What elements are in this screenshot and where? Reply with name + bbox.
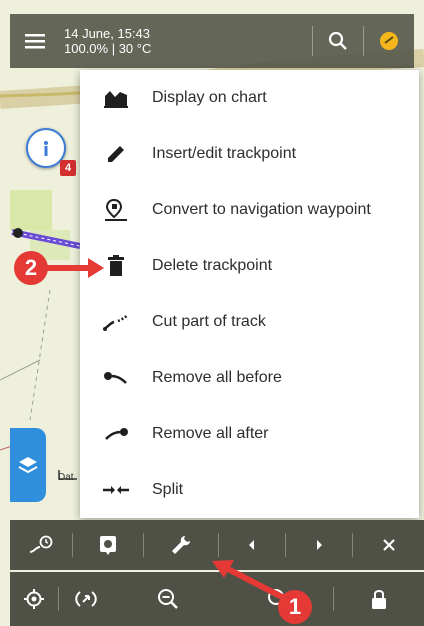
track-toolbar (10, 520, 424, 570)
trash-icon (108, 255, 124, 276)
map-controls-bar (10, 572, 424, 626)
menu-item-label: Insert/edit trackpoint (152, 145, 297, 162)
trackpoint-context-menu: Display on chart Insert/edit trackpoint … (80, 70, 419, 518)
split-icon (103, 486, 129, 494)
callout-badge-2: 2 (14, 251, 48, 285)
menu-item-remove-all-before[interactable]: Remove all before (80, 350, 419, 406)
chevron-right-icon (317, 540, 322, 550)
menu-item-split[interactable]: Split (80, 462, 419, 518)
lock-screen-button[interactable] (334, 572, 424, 626)
track-tools-button[interactable] (144, 520, 218, 570)
menu-item-label: Cut part of track (152, 313, 266, 330)
route-time-icon (29, 535, 53, 553)
rotate-arrows-icon (75, 591, 97, 607)
crosshair-icon (24, 589, 44, 609)
search-button[interactable] (313, 14, 363, 68)
hamburger-icon (25, 34, 45, 49)
status-datetime: 14 June, 15:43 (64, 26, 151, 41)
zoom-out-button[interactable] (113, 572, 223, 626)
chart-icon (104, 91, 128, 108)
gps-status-button[interactable] (364, 14, 414, 68)
trackpoint-info-button[interactable] (73, 520, 143, 570)
close-toolbar-button[interactable] (353, 520, 424, 570)
next-point-button[interactable] (286, 520, 352, 570)
menu-item-remove-all-after[interactable]: Remove all after (80, 406, 419, 462)
waypoint-icon (105, 198, 127, 221)
menu-item-insert-edit-trackpoint[interactable]: Insert/edit trackpoint (80, 126, 419, 182)
previous-point-button[interactable] (219, 520, 285, 570)
lock-icon (372, 590, 386, 609)
chevron-left-icon (249, 540, 254, 550)
menu-item-label: Remove all after (152, 425, 269, 442)
hamburger-menu-button[interactable] (10, 14, 60, 68)
menu-item-cut-part-of-track[interactable]: Cut part of track (80, 294, 419, 350)
layers-icon (18, 457, 38, 474)
info-icon (44, 141, 48, 156)
gps-locate-button[interactable] (10, 572, 58, 626)
status-info: 14 June, 15:43 100.0% | 30 °C (60, 26, 151, 56)
callout-badge-1: 1 (278, 590, 312, 624)
menu-item-delete-trackpoint[interactable]: Delete trackpoint (80, 238, 419, 294)
satellite-icon (380, 32, 398, 50)
info-count-badge: 4 (60, 160, 76, 176)
menu-item-label: Remove all before (152, 369, 282, 386)
map-rotation-button[interactable] (59, 572, 113, 626)
menu-item-label: Split (152, 481, 184, 498)
menu-item-label: Convert to navigation waypoint (152, 201, 371, 218)
search-icon (328, 31, 347, 50)
track-stats-button[interactable] (10, 520, 72, 570)
pencil-icon (108, 146, 124, 162)
map-scale-bar (58, 470, 77, 480)
wrench-icon (172, 536, 190, 554)
menu-item-display-on-chart[interactable]: Display on chart (80, 70, 419, 126)
menu-item-label: Display on chart (152, 89, 267, 106)
remove-before-icon (104, 372, 127, 384)
zoom-out-icon (158, 589, 178, 609)
trackpoint-card-icon (100, 536, 116, 555)
cut-track-icon (103, 313, 129, 331)
status-battery-temp: 100.0% | 30 °C (64, 41, 152, 56)
menu-item-convert-to-waypoint[interactable]: Convert to navigation waypoint (80, 182, 419, 238)
layers-button[interactable] (10, 428, 46, 502)
close-icon (382, 539, 395, 551)
remove-after-icon (105, 428, 128, 440)
top-bar: 14 June, 15:43 100.0% | 30 °C (10, 14, 414, 68)
menu-item-label: Delete trackpoint (152, 257, 273, 274)
zoom-in-button[interactable] (223, 572, 333, 626)
